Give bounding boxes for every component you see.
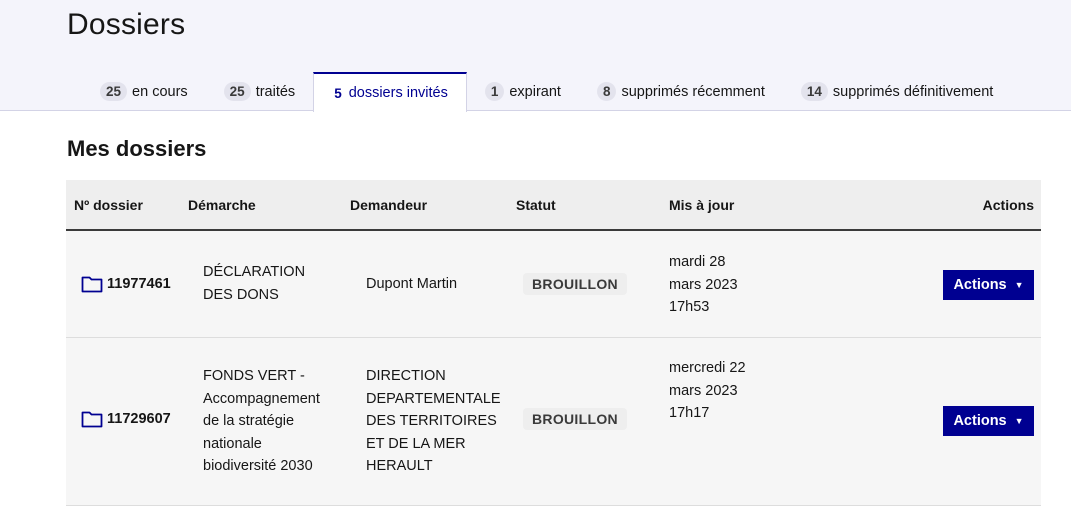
- tab-traites[interactable]: 25 traités: [206, 72, 314, 111]
- actions-button-label: Actions: [953, 277, 1007, 293]
- tab-label: expirant: [509, 83, 561, 100]
- tab-bar: 25 en cours 25 traités 5 dossiers invité…: [82, 72, 1011, 112]
- caret-down-icon: ▼: [1014, 416, 1024, 426]
- header-mis-a-jour: Mis à jour: [669, 197, 735, 213]
- demandeur-line: DIRECTION: [366, 368, 446, 384]
- demarche-line: FONDS VERT -: [203, 368, 305, 384]
- header-demarche: Démarche: [188, 197, 256, 213]
- demandeur-cell: Dupont Martin: [366, 273, 457, 296]
- updated-line: mars 2023: [669, 382, 738, 399]
- demarche-line: DÉCLARATION: [203, 264, 306, 280]
- demarche-cell: DÉCLARATION DES DONS: [203, 261, 305, 306]
- demandeur-line: ET DE LA MER: [366, 435, 466, 452]
- dossier-number: 11729607: [107, 411, 171, 427]
- tab-dossiers-invites[interactable]: 5 dossiers invités: [313, 72, 467, 112]
- demandeur-line: HERAULT: [366, 458, 433, 474]
- updated-cell: mercredi 22 mars 2023 17h17: [669, 357, 746, 425]
- demarche-line: Accompagnement: [203, 390, 320, 407]
- tab-count: 1: [484, 82, 505, 101]
- demarche-line: nationale: [203, 435, 262, 452]
- demandeur-line: DEPARTEMENTALE: [366, 390, 501, 407]
- header-statut: Statut: [516, 197, 556, 213]
- header-demandeur: Demandeur: [350, 197, 428, 213]
- tab-expirant[interactable]: 1 expirant: [467, 72, 579, 111]
- tab-label: supprimés définitivement: [832, 83, 994, 100]
- demarche-cell: FONDS VERT - Accompagnement de la straté…: [203, 365, 320, 478]
- folder-icon: [81, 411, 103, 428]
- demarche-line: de la stratégie: [203, 413, 295, 429]
- demandeur-line: DES TERRITOIRES: [366, 413, 497, 429]
- updated-cell: mardi 28 mars 2023 17h53: [669, 251, 738, 319]
- page-title: Dossiers: [67, 8, 186, 41]
- folder-icon: [81, 276, 103, 293]
- page-header: Dossiers 25 en cours 25 traités 5 dossie…: [0, 0, 1071, 112]
- actions-button[interactable]: Actions ▼: [943, 406, 1034, 436]
- updated-line: 17h53: [669, 299, 710, 315]
- tab-count: 14: [800, 82, 828, 101]
- tab-count: 8: [596, 82, 617, 101]
- tab-supprimes-definitivement[interactable]: 14 supprimés définitivement: [783, 72, 1011, 111]
- actions-button-label: Actions: [953, 413, 1007, 429]
- demarche-line: biodiversité 2030: [203, 458, 313, 474]
- table-row: 11977461 DÉCLARATION DES DONS Dupont Mar…: [66, 231, 1041, 338]
- dossiers-table: Nº dossier Démarche Demandeur Statut Mis…: [66, 180, 1041, 506]
- updated-line: mars 2023: [669, 276, 738, 293]
- tab-label: dossiers invités: [348, 85, 448, 101]
- header-actions: Actions: [982, 197, 1034, 213]
- demandeur-cell: DIRECTION DEPARTEMENTALE DES TERRITOIRES…: [366, 365, 501, 478]
- tab-count: 25: [223, 82, 251, 101]
- tab-en-cours[interactable]: 25 en cours: [82, 72, 206, 111]
- actions-button[interactable]: Actions ▼: [943, 270, 1034, 300]
- dossier-number-link[interactable]: 11729607: [81, 408, 171, 431]
- tab-count: 5: [334, 85, 342, 101]
- updated-line: mardi 28: [669, 254, 726, 270]
- caret-down-icon: ▼: [1014, 280, 1024, 290]
- tab-count: 25: [100, 82, 128, 101]
- status-badge: BROUILLON: [523, 408, 627, 430]
- updated-line: mercredi 22: [669, 360, 746, 376]
- header-numero: Nº dossier: [74, 197, 143, 213]
- table-header: Nº dossier Démarche Demandeur Statut Mis…: [66, 180, 1041, 231]
- demandeur-line: Dupont Martin: [366, 276, 458, 292]
- tab-label: en cours: [132, 83, 188, 100]
- demarche-line: DES DONS: [203, 286, 279, 303]
- table-row: 11729607 FONDS VERT - Accompagnement de …: [66, 338, 1041, 506]
- status-badge: BROUILLON: [523, 273, 627, 295]
- tab-label: supprimés récemment: [621, 83, 765, 100]
- updated-line: 17h17: [669, 405, 710, 421]
- tab-supprimes-recemment[interactable]: 8 supprimés récemment: [579, 72, 783, 111]
- tab-label: traités: [255, 83, 296, 100]
- section-title: Mes dossiers: [67, 136, 207, 161]
- dossier-number-link[interactable]: 11977461: [81, 273, 171, 296]
- dossier-number: 11977461: [107, 276, 171, 292]
